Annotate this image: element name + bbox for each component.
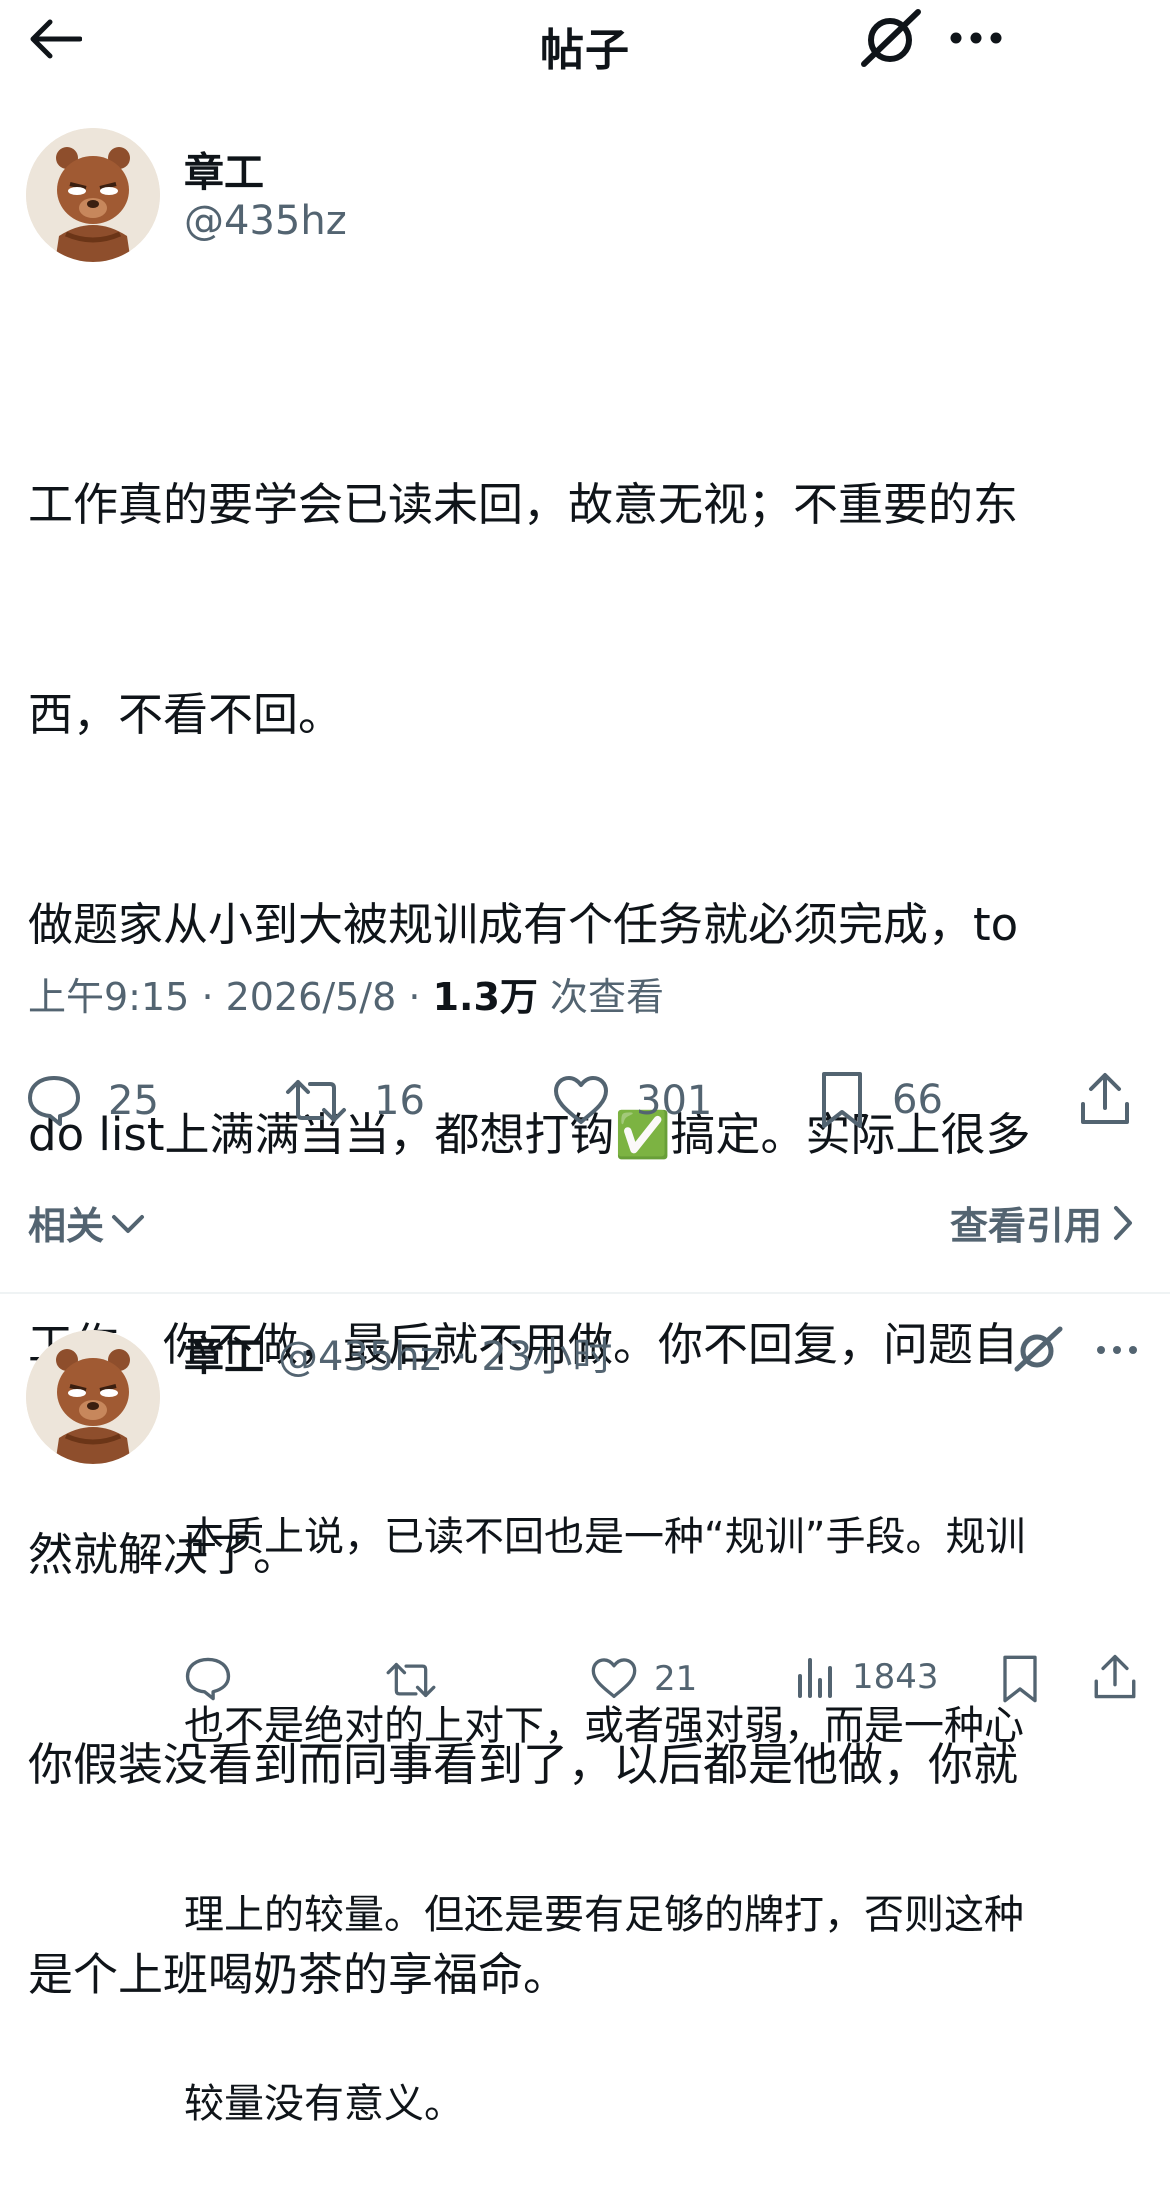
reply-more-button[interactable] [1096, 1344, 1138, 1356]
bookmark-count: 66 [892, 1077, 943, 1123]
post-line: 工作真的要学会已读未回，故意无视；不重要的东 [28, 478, 1019, 531]
meta-separator: · [454, 1334, 468, 1380]
reply-icon [185, 1657, 231, 1701]
reply-like-button[interactable]: 21 [590, 1656, 697, 1702]
reply-line: 本质上说，已读不回也是一种“规训”手段。规训 [184, 1514, 1026, 1560]
reply-author-name[interactable]: 章工 [184, 1324, 264, 1382]
divider [0, 1292, 1170, 1294]
reply-reply-button[interactable] [184, 1656, 232, 1702]
more-icon [1097, 1346, 1137, 1354]
like-icon [554, 1076, 608, 1124]
views-icon [798, 1658, 832, 1698]
author-name[interactable]: 章工 [184, 140, 264, 198]
related-toggle[interactable]: 相关 [28, 1195, 146, 1250]
repost-icon [386, 1662, 436, 1698]
view-quotes-link[interactable]: 查看引用 [950, 1195, 1134, 1250]
bookmark-button[interactable]: 66 [818, 1070, 943, 1130]
reply-repost-button[interactable] [384, 1658, 438, 1702]
reply-line: 较量没有意义。 [184, 2081, 464, 2127]
reply-avatar[interactable] [26, 1330, 160, 1464]
chevron-down-icon [112, 1214, 145, 1233]
meta-separator: · [201, 975, 214, 1019]
grok-icon [861, 9, 921, 67]
more-icon [950, 32, 1002, 44]
reply-icon [28, 1076, 80, 1126]
reply-count: 25 [108, 1078, 159, 1124]
reply-bookmark-button[interactable] [1000, 1654, 1040, 1704]
like-icon [591, 1658, 637, 1699]
meta-separator: · [408, 975, 421, 1019]
reply-views-button[interactable]: 1843 [796, 1654, 939, 1700]
avatar[interactable] [26, 128, 160, 262]
views-label[interactable]: 次查看 [550, 975, 664, 1019]
bookmark-icon [1003, 1655, 1037, 1703]
post-line: 西，不看不回。 [28, 688, 344, 741]
reply-views-count: 1843 [852, 1657, 939, 1697]
page-title: 帖子 [540, 25, 630, 76]
reply-grok-button[interactable] [1014, 1326, 1064, 1372]
post-date: 2026/5/8 [225, 975, 397, 1019]
share-icon [1081, 1073, 1129, 1124]
bear-avatar-icon [26, 128, 160, 262]
reply-body: 本质上说，已读不回也是一种“规训”手段。规训 也不是绝对的上对下，或者强对弱，而… [184, 1380, 1134, 2199]
reply-like-count: 21 [654, 1659, 698, 1699]
like-count: 301 [636, 1078, 713, 1124]
reply-line: 理上的较量。但还是要有足够的牌打，否则这种 [184, 1892, 1024, 1938]
share-button[interactable] [1078, 1070, 1132, 1128]
reply-time[interactable]: 23小时 [481, 1324, 612, 1382]
share-icon [1094, 1654, 1136, 1699]
repost-icon [286, 1080, 346, 1122]
post-line: 做题家从小到大被规训成有个任务就必须完成，to [28, 898, 1019, 951]
grok-icon [1014, 1326, 1063, 1372]
post-time: 上午9:15 [28, 975, 190, 1019]
grok-button[interactable] [860, 8, 924, 68]
bear-avatar-icon [26, 1330, 160, 1464]
repost-count: 16 [374, 1078, 425, 1124]
reply-line: 也不是绝对的上对下，或者强对弱，而是一种心 [184, 1703, 1024, 1749]
more-button[interactable] [950, 30, 1002, 46]
view-quotes-label: 查看引用 [949, 1204, 1102, 1248]
bookmark-icon [822, 1072, 862, 1128]
author-handle[interactable]: @435hz [184, 198, 347, 244]
like-button[interactable]: 301 [552, 1074, 712, 1128]
reply-header: 章工 @435hz · 23小时 [184, 1324, 612, 1382]
repost-button[interactable]: 16 [284, 1074, 425, 1128]
reply-author-handle[interactable]: @435hz [278, 1334, 441, 1380]
views-count[interactable]: 1.3万 [433, 975, 538, 1019]
post-meta: 上午9:15 · 2026/5/8 · 1.3万 次查看 [28, 966, 664, 1021]
reply-button[interactable]: 25 [26, 1074, 159, 1128]
chevron-right-icon [1114, 1205, 1132, 1240]
related-label: 相关 [28, 1204, 105, 1248]
reply-share-button[interactable] [1092, 1652, 1138, 1702]
